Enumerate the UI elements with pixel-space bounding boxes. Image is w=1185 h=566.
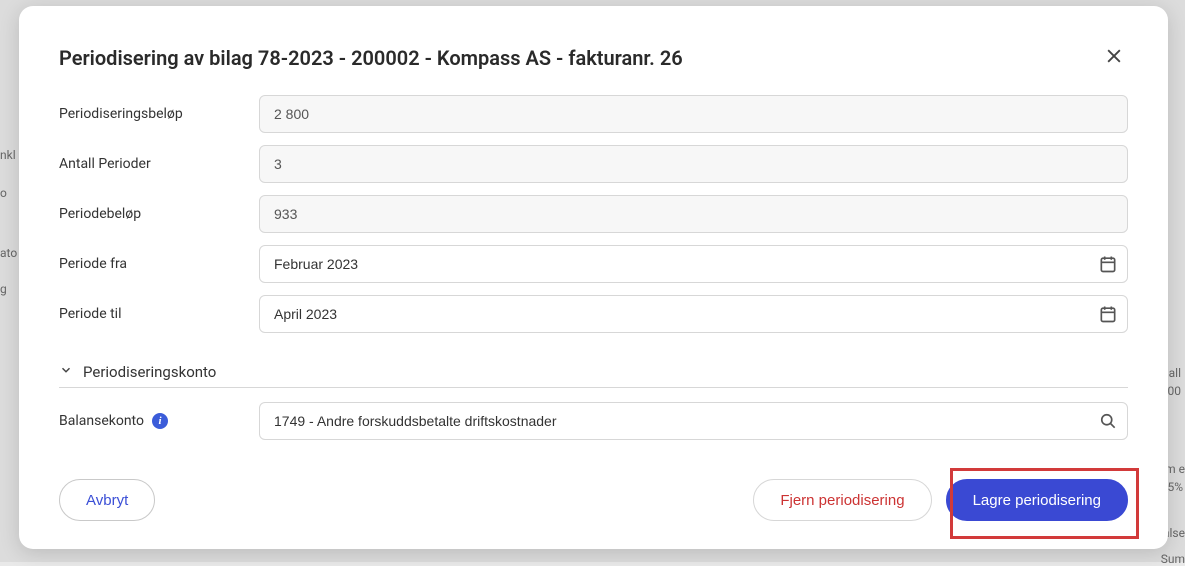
bg-text: o xyxy=(0,186,7,200)
input-period-amount[interactable] xyxy=(259,195,1128,233)
label-amount: Periodiseringsbeløp xyxy=(59,106,259,122)
info-icon[interactable]: i xyxy=(152,413,168,429)
remove-periodisering-button[interactable]: Fjern periodisering xyxy=(753,479,931,521)
section-title: Periodiseringskonto xyxy=(83,363,216,381)
modal-title: Periodisering av bilag 78-2023 - 200002 … xyxy=(59,46,683,70)
periodisering-modal: Periodisering av bilag 78-2023 - 200002 … xyxy=(19,6,1168,549)
cancel-button[interactable]: Avbryt xyxy=(59,479,155,521)
label-to: Periode til xyxy=(59,306,259,322)
input-amount[interactable] xyxy=(259,95,1128,133)
save-periodisering-button[interactable]: Lagre periodisering xyxy=(946,479,1128,521)
label-period-amount: Periodebeløp xyxy=(59,206,259,222)
bg-text: 5% xyxy=(1167,480,1183,494)
bg-text: g xyxy=(0,282,7,296)
search-icon[interactable] xyxy=(1098,411,1118,431)
row-amount: Periodiseringsbeløp xyxy=(59,95,1128,133)
calendar-icon[interactable] xyxy=(1098,254,1118,274)
modal-header: Periodisering av bilag 78-2023 - 200002 … xyxy=(59,42,1128,73)
label-balance-account: Balansekonto i xyxy=(59,413,259,429)
input-from[interactable] xyxy=(259,245,1128,283)
bg-text: m e xyxy=(1165,462,1185,476)
bg-text: Sum xyxy=(1161,552,1185,566)
calendar-icon[interactable] xyxy=(1098,304,1118,324)
input-to[interactable] xyxy=(259,295,1128,333)
bg-text: ato xyxy=(0,246,17,260)
input-balance-account[interactable] xyxy=(259,402,1128,440)
bg-text: nkl xyxy=(0,148,16,162)
modal-footer: Avbryt Fjern periodisering Lagre periodi… xyxy=(59,459,1128,521)
bg-text: 00 xyxy=(1168,384,1182,398)
row-periods: Antall Perioder xyxy=(59,145,1128,183)
input-periods[interactable] xyxy=(259,145,1128,183)
label-from: Periode fra xyxy=(59,256,259,272)
row-to: Periode til xyxy=(59,295,1128,333)
section-toggle-account[interactable]: Periodiseringskonto xyxy=(59,363,1128,381)
close-button[interactable] xyxy=(1100,42,1128,73)
row-balance-account: Balansekonto i xyxy=(59,402,1128,440)
row-period-amount: Periodebeløp xyxy=(59,195,1128,233)
label-periods: Antall Perioder xyxy=(59,156,259,172)
divider xyxy=(59,387,1128,388)
chevron-down-icon xyxy=(59,363,73,381)
row-from: Periode fra xyxy=(59,245,1128,283)
close-icon xyxy=(1104,54,1124,69)
bg-text: all xyxy=(1169,366,1181,380)
